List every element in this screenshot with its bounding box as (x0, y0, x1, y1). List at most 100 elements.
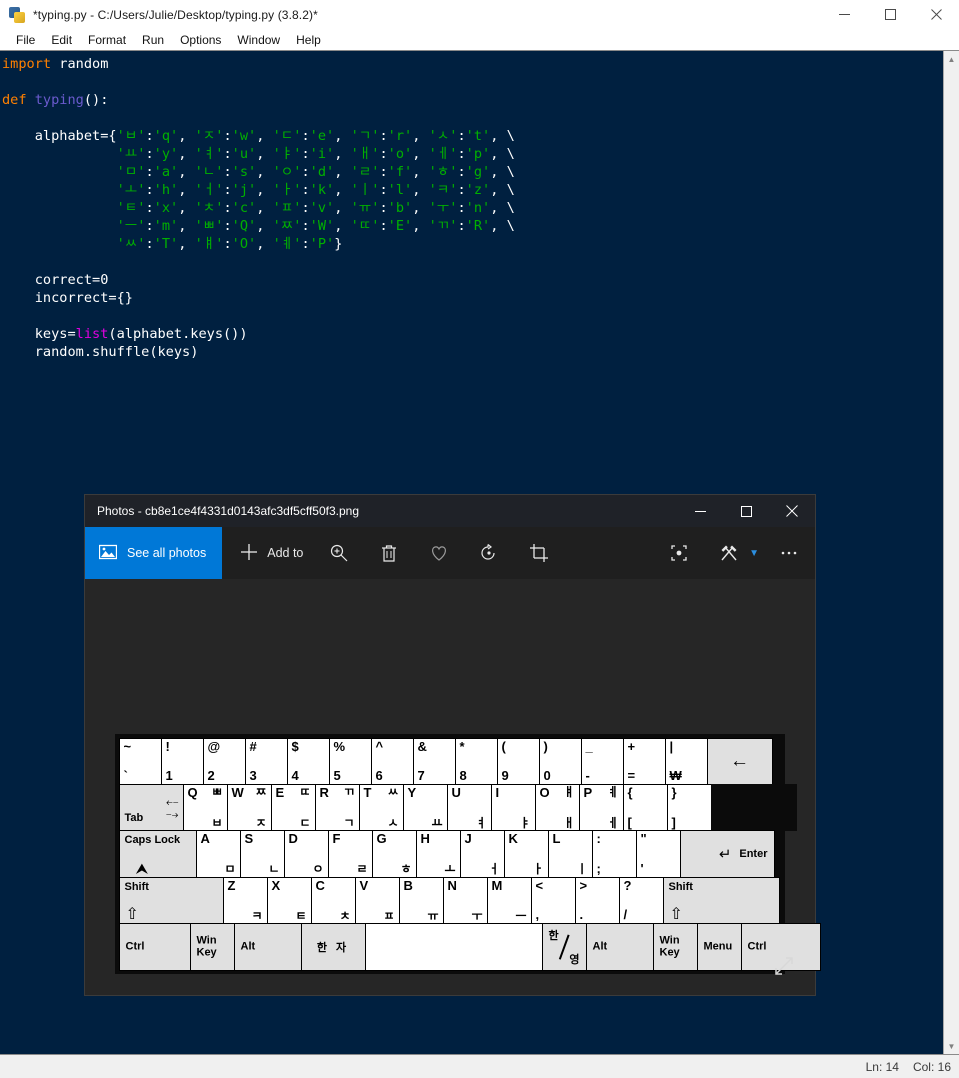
more-options-icon[interactable] (769, 533, 809, 573)
key-base-label: - (585, 768, 590, 784)
photos-app-window: Photos - cb8e1ce4f4331d0143afc3df5cff50f… (85, 495, 821, 995)
favorite-heart-icon[interactable] (419, 533, 459, 573)
backspace-arrow-icon: ← (730, 750, 749, 772)
key-C: Cㅊ (310, 876, 356, 925)
key-shift-label: ^ (375, 738, 384, 754)
key-hangul-label: ㅔ (607, 815, 619, 830)
scroll-down-icon[interactable]: ▼ (944, 1038, 959, 1054)
maximize-icon[interactable] (867, 0, 913, 29)
editor-vertical-scrollbar[interactable]: ▲ ▼ (943, 51, 959, 1054)
add-to-button[interactable]: Add to (240, 543, 303, 564)
idle-menu-bar: File Edit Format Run Options Window Help (0, 29, 959, 50)
menu-item-file[interactable]: File (8, 31, 43, 49)
delete-icon[interactable] (369, 533, 409, 573)
photos-toolbar: See all photos Add to ▼ (85, 527, 815, 579)
scroll-up-icon[interactable]: ▲ (944, 51, 959, 67)
key-menu: Menu (696, 923, 742, 971)
key-base-label: 6 (375, 768, 383, 784)
code-token: , (256, 218, 273, 234)
key-base-label: 2 (207, 768, 215, 784)
key-base-label: 0 (543, 768, 551, 784)
key-hangul-label: ㅕ (475, 815, 487, 830)
menu-item-window[interactable]: Window (229, 31, 288, 49)
key-latin-label: X (271, 877, 281, 893)
key-label: Alt (240, 940, 256, 953)
key-G: Gㅎ (371, 830, 417, 878)
code-token: 'y' (153, 146, 179, 162)
close-icon[interactable] (913, 0, 959, 29)
code-token: 'ㅖ' (272, 236, 302, 252)
minimize-icon[interactable] (821, 0, 867, 29)
key-hangul-label: ㅇ (312, 862, 324, 877)
chevron-down-icon[interactable]: ▼ (749, 548, 759, 559)
key-,: <, (530, 876, 576, 925)
edit-create-icon[interactable] (709, 533, 749, 573)
key-hangul-shift-label: ㄸ (299, 784, 311, 799)
code-token: 'ㅃ' (194, 218, 224, 234)
code-token: (): (83, 92, 109, 108)
key-hangul-shift-label: ㅃ (211, 784, 223, 799)
code-token: 'T' (153, 236, 179, 252)
photos-image-canvas[interactable]: ~ `! 1 @2 #3 $4% 5 ^ 6 & 7 * 8(9) 0 _ - + = | ₩ ← Tab ⤌ ⤍ Q ㅃㅂ W ㅉㅈ… (85, 579, 821, 995)
key-N: Nㅜ (442, 876, 488, 925)
key-shift-label: ~ (123, 738, 132, 754)
key-B: Bㅠ (398, 876, 444, 925)
key-shift-label: @ (207, 738, 221, 754)
code-token: 'ㄱ' (350, 128, 380, 144)
key-shift-label: % (333, 738, 346, 754)
minimize-icon[interactable] (677, 495, 723, 527)
key-A: Aㅁ (195, 830, 241, 878)
code-token: , (256, 236, 273, 252)
key-base-label: ` (123, 768, 128, 784)
code-token: 'ㅒ' (194, 236, 224, 252)
code-token: 'ㅌ' (116, 200, 146, 216)
maximize-icon[interactable] (723, 495, 769, 527)
key-latin-label: S (244, 831, 254, 847)
menu-item-edit[interactable]: Edit (43, 31, 80, 49)
code-token: : (379, 200, 388, 216)
key-hangul-shift-label: ㅒ (563, 784, 575, 799)
code-token: 'Q' (231, 218, 257, 234)
key-hangul-label: ㅂ (211, 815, 223, 830)
key-hangul-shift-label: ㅖ (607, 784, 619, 799)
close-icon[interactable] (769, 495, 815, 527)
code-token: : (301, 164, 310, 180)
key-win: Win Key (652, 923, 698, 971)
code-token: : (457, 128, 466, 144)
code-token: 'h' (153, 182, 179, 198)
menu-item-options[interactable]: Options (172, 31, 229, 49)
zoom-in-icon[interactable] (319, 533, 359, 573)
key-K: Kㅏ (503, 830, 549, 878)
code-token: : (457, 218, 466, 234)
spot-fix-icon[interactable] (659, 533, 699, 573)
expand-arrows-icon[interactable] (767, 949, 801, 983)
menu-item-help[interactable]: Help (288, 31, 329, 49)
key-shift-label: # (249, 738, 257, 754)
code-token: : (301, 200, 310, 216)
code-token: random.shuffle(keys) (2, 344, 199, 360)
crop-icon[interactable] (519, 533, 559, 573)
key-latin-label: G (376, 831, 387, 847)
code-token: } (334, 236, 343, 252)
key-latin-label: R (319, 784, 329, 800)
key-label: Ctrl (125, 940, 145, 953)
code-token: : (301, 146, 310, 162)
menu-item-format[interactable]: Format (80, 31, 134, 49)
see-all-photos-button[interactable]: See all photos (85, 527, 223, 579)
key-hangul-label: ㅑ (519, 815, 531, 830)
code-token: : (301, 236, 310, 252)
photos-right-tools: ▼ (659, 533, 809, 573)
key-hanja: 한 자 (300, 923, 366, 971)
keyboard-home-row: Caps Lock ⮝ A ㅁ S ㄴ D ㅇ F ㄹ G ㅎ H ㅗ J ㅓ K ㅏ L ㅣ:; " ' ↵ Enter (118, 830, 781, 878)
key-hangul-shift-label: ㄲ (343, 784, 355, 799)
code-token: list (75, 326, 109, 342)
rotate-icon[interactable] (469, 533, 509, 573)
code-token: : (379, 164, 388, 180)
code-token: incorrect={} (2, 290, 133, 306)
menu-item-run[interactable]: Run (134, 31, 172, 49)
photos-window-title: Photos - cb8e1ce4f4331d0143afc3df5cff50f… (97, 504, 359, 518)
